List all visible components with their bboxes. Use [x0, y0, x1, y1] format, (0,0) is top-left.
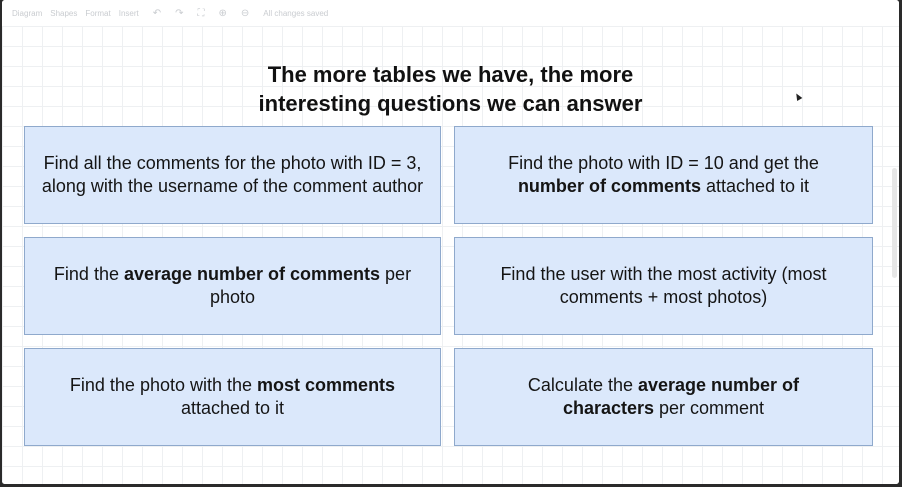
question-card-text: Calculate the average number of characte…	[527, 375, 800, 418]
menu-insert[interactable]: Insert	[119, 9, 139, 18]
slide-title: The more tables we have, the more intere…	[2, 60, 899, 118]
slide-title-line-1: The more tables we have, the more	[267, 62, 634, 87]
question-card-3[interactable]: Find the average number of comments per …	[24, 237, 441, 335]
toolbar: Diagram Shapes Format Insert ↶ ↷ ⛶ ⊕ ⊖ A…	[2, 0, 899, 26]
menu-format[interactable]: Format	[85, 9, 110, 18]
redo-icon[interactable]: ↷	[175, 8, 183, 19]
question-card-2[interactable]: Find the photo with ID = 10 and get the …	[454, 126, 873, 224]
question-card-text: Find the photo with the most comments at…	[69, 375, 396, 418]
question-card-text: Find the photo with ID = 10 and get the …	[508, 153, 819, 196]
question-card-6[interactable]: Calculate the average number of characte…	[454, 348, 873, 446]
question-card-4[interactable]: Find the user with the most activity (mo…	[454, 237, 873, 335]
menu-diagram[interactable]: Diagram	[12, 9, 42, 18]
zoom-out-icon[interactable]: ⊖	[241, 8, 249, 19]
question-card-1[interactable]: Find all the comments for the photo with…	[24, 126, 441, 224]
question-card-5[interactable]: Find the photo with the most comments at…	[24, 348, 441, 446]
question-card-text: Find all the comments for the photo with…	[41, 153, 424, 196]
question-card-text: Find the average number of comments per …	[53, 264, 412, 307]
vertical-scrollbar[interactable]	[892, 168, 897, 278]
menu-shapes[interactable]: Shapes	[50, 9, 77, 18]
undo-icon[interactable]: ↶	[153, 8, 161, 19]
question-card-text: Find the user with the most activity (mo…	[500, 264, 827, 307]
save-status: All changes saved	[263, 8, 329, 18]
slide-frame: Diagram Shapes Format Insert ↶ ↷ ⛶ ⊕ ⊖ A…	[2, 0, 899, 484]
fit-icon[interactable]: ⛶	[198, 8, 205, 19]
toolbar-menu: Diagram Shapes Format Insert	[12, 9, 139, 18]
zoom-in-icon[interactable]: ⊕	[219, 8, 227, 19]
slide-title-line-2: interesting questions we can answer	[258, 91, 643, 116]
